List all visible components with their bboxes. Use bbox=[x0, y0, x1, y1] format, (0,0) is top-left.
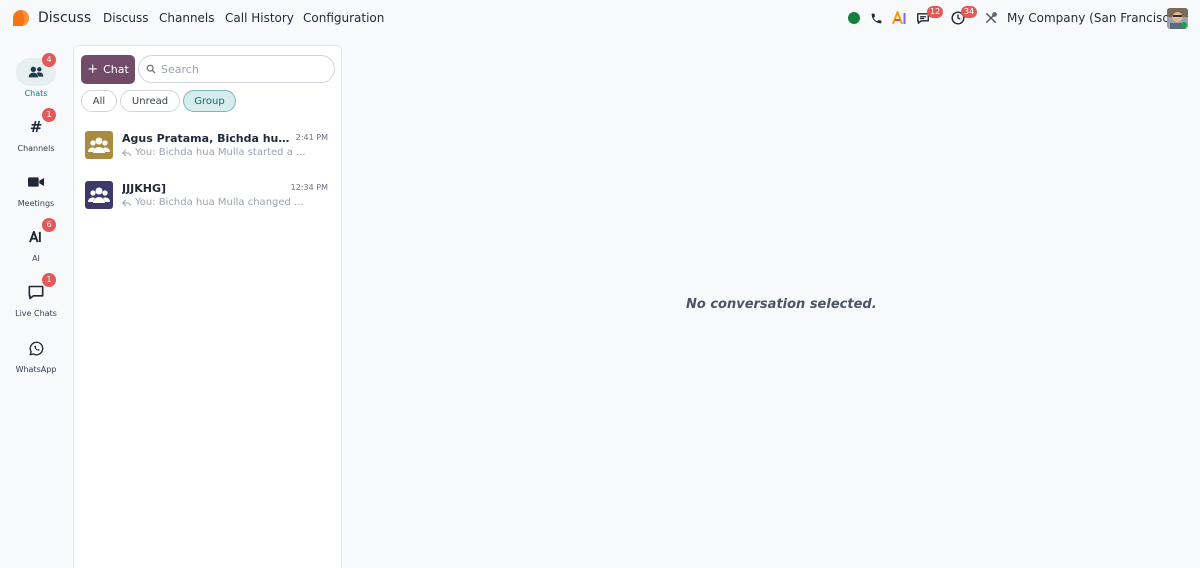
filter-unread[interactable]: Unread bbox=[120, 90, 180, 112]
group-icon bbox=[88, 137, 110, 153]
reply-icon bbox=[122, 199, 131, 206]
sidebar-channels-icon-wrap: # 1 bbox=[16, 108, 56, 141]
video-icon bbox=[28, 177, 44, 187]
conversation-name: Agus Pratama, Bichda hua M... bbox=[122, 132, 292, 145]
sidebar-channels-label: Channels bbox=[17, 144, 55, 153]
sidebar-ai-badge: 6 bbox=[42, 218, 56, 232]
sidebar-item-live-chats[interactable]: 1 Live Chats bbox=[0, 273, 72, 318]
sidebar-whatsapp-icon-wrap bbox=[16, 334, 56, 362]
chat-list-panel: + Chat All Unread Group Agus Pratama, Bi… bbox=[73, 45, 342, 568]
sidebar-item-meetings[interactable]: Meetings bbox=[0, 168, 72, 208]
search-input[interactable] bbox=[161, 62, 321, 76]
search-box[interactable] bbox=[138, 55, 335, 83]
conversation-time: 2:41 PM bbox=[295, 133, 328, 142]
sidebar-item-channels[interactable]: # 1 Channels bbox=[0, 108, 72, 153]
reply-icon bbox=[122, 149, 131, 156]
new-chat-button[interactable]: + Chat bbox=[81, 55, 135, 84]
sidebar-item-whatsapp[interactable]: WhatsApp bbox=[0, 334, 72, 374]
chat-bubble-icon bbox=[28, 285, 44, 299]
phone-icon[interactable] bbox=[869, 9, 883, 27]
plus-icon: + bbox=[87, 62, 99, 77]
search-icon bbox=[146, 64, 156, 74]
nav-configuration[interactable]: Configuration bbox=[303, 11, 384, 25]
tools-icon[interactable] bbox=[983, 9, 999, 27]
sidebar-ai-label: AI bbox=[32, 254, 40, 263]
empty-state-text: No conversation selected. bbox=[686, 297, 877, 312]
group-avatar bbox=[85, 131, 113, 159]
filter-group[interactable]: Group bbox=[183, 90, 236, 112]
app-title[interactable]: Discuss bbox=[38, 10, 91, 26]
nav-call-history[interactable]: Call History bbox=[225, 11, 294, 25]
presence-status-icon[interactable] bbox=[847, 9, 860, 27]
activities-badge: 34 bbox=[961, 6, 978, 18]
company-switcher[interactable]: My Company (San Francisco) bbox=[1007, 11, 1181, 25]
sidebar-channels-badge: 1 bbox=[42, 108, 56, 122]
group-avatar bbox=[85, 181, 113, 209]
ai-systray-icon[interactable] bbox=[892, 9, 908, 27]
nav-channels[interactable]: Channels bbox=[159, 11, 215, 25]
ai-icon bbox=[29, 231, 41, 243]
sidebar-chats-label: Chats bbox=[24, 89, 48, 98]
sidebar-meetings-icon-wrap bbox=[16, 168, 56, 196]
conversation-name: JJJKHG] bbox=[122, 182, 167, 195]
discuss-logo-icon[interactable] bbox=[12, 9, 30, 27]
sidebar-live-chats-icon-wrap: 1 bbox=[16, 273, 56, 306]
filter-all[interactable]: All bbox=[81, 90, 117, 112]
sidebar-live-chats-badge: 1 bbox=[42, 273, 56, 287]
new-chat-label: Chat bbox=[103, 63, 129, 76]
sidebar-chats-badge: 4 bbox=[42, 53, 56, 67]
nav-discuss[interactable]: Discuss bbox=[103, 11, 149, 25]
conversation-item[interactable]: JJJKHG] 12:34 PM You: Bichda hua Mulla c… bbox=[74, 181, 341, 227]
conversation-item[interactable]: Agus Pratama, Bichda hua M... 2:41 PM Yo… bbox=[74, 131, 341, 177]
hash-icon: # bbox=[29, 118, 43, 136]
conversation-last-message-text: You: Bichda hua Mulla changed ... bbox=[135, 197, 304, 208]
top-navbar: Discuss Discuss Channels Call History Co… bbox=[0, 0, 1200, 36]
sidebar-ai-icon-wrap: 6 bbox=[16, 218, 56, 251]
conversation-last-message: You: Bichda hua Mulla changed ... bbox=[122, 197, 312, 208]
sidebar-item-ai[interactable]: 6 AI bbox=[0, 218, 72, 263]
sidebar-item-chats[interactable]: 4 Chats bbox=[0, 53, 72, 98]
conversation-time: 12:34 PM bbox=[290, 183, 328, 192]
user-avatar[interactable] bbox=[1167, 8, 1188, 29]
messages-badge: 12 bbox=[927, 6, 944, 18]
sidebar-whatsapp-label: WhatsApp bbox=[15, 365, 57, 374]
conversation-last-message: You: Bichda hua Mulla started a ... bbox=[122, 147, 312, 158]
whatsapp-icon bbox=[29, 341, 43, 355]
users-icon bbox=[28, 66, 44, 78]
conversation-last-message-text: You: Bichda hua Mulla started a ... bbox=[135, 147, 306, 158]
sidebar-chats-icon-wrap: 4 bbox=[16, 53, 56, 86]
group-icon bbox=[88, 187, 110, 203]
sidebar-meetings-label: Meetings bbox=[17, 199, 55, 208]
sidebar-live-chats-label: Live Chats bbox=[15, 309, 57, 318]
